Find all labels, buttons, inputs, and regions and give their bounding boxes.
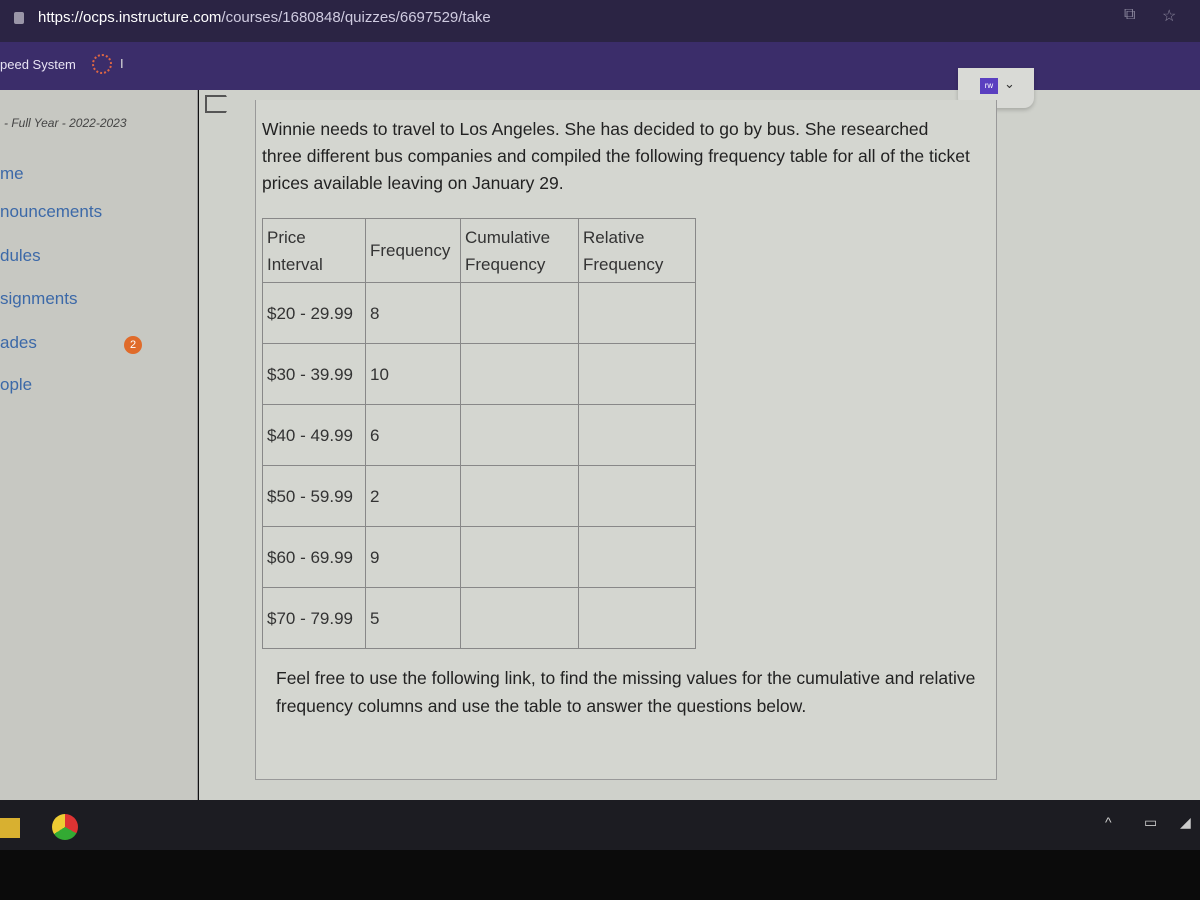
table-row: $50 - 59.99 2 (262, 465, 696, 527)
grades-badge: 2 (124, 336, 142, 354)
frequency-cell: 2 (365, 465, 461, 527)
puzzle-icon: rw (980, 78, 998, 94)
price-interval-cell: $30 - 39.99 (262, 343, 366, 405)
frequency-cell: 9 (365, 526, 461, 588)
lock-icon (14, 12, 24, 24)
battery-icon: ▭ (1144, 814, 1158, 830)
frequency-cell: 6 (365, 404, 461, 466)
share-icon[interactable]: ⧉ (1124, 6, 1135, 24)
sidebar-item-assignments[interactable]: signments (0, 289, 77, 309)
sidebar-item-people[interactable]: ople (0, 375, 32, 395)
question-intro: Winnie needs to travel to Los Angeles. S… (262, 119, 970, 193)
taskbar: ^ ▭ ◢ (0, 800, 1200, 850)
relative-frequency-cell (578, 282, 696, 344)
price-interval-cell: $70 - 79.99 (262, 587, 366, 649)
chrome-icon[interactable] (52, 814, 78, 840)
frequency-cell: 8 (365, 282, 461, 344)
relative-frequency-cell (578, 404, 696, 466)
relative-frequency-cell (578, 465, 696, 527)
header-relative-frequency: Relative Frequency (578, 218, 696, 283)
table-row: $70 - 79.99 5 (262, 587, 696, 649)
sidebar-item-announcements[interactable]: nouncements (0, 202, 102, 222)
table-row: $40 - 49.99 6 (262, 404, 696, 466)
frequency-cell: 10 (365, 343, 461, 405)
price-interval-cell: $40 - 49.99 (262, 404, 366, 466)
cumulative-frequency-cell (460, 404, 579, 466)
cumulative-frequency-cell (460, 282, 579, 344)
table-row: $20 - 29.99 8 (262, 282, 696, 344)
price-interval-cell: $20 - 29.99 (262, 282, 366, 344)
cumulative-frequency-cell (460, 465, 579, 527)
tray-chevron-icon[interactable]: ^ (1105, 814, 1112, 830)
header-frequency: Frequency (365, 218, 461, 283)
table-row: $30 - 39.99 10 (262, 343, 696, 405)
course-term: - Full Year - 2022-2023 (4, 116, 127, 130)
course-sidebar: - Full Year - 2022-2023 me nouncements d… (0, 90, 198, 800)
bookmark-separator: I (120, 56, 124, 71)
price-interval-cell: $60 - 69.99 (262, 526, 366, 588)
relative-frequency-cell (578, 587, 696, 649)
browser-address-bar[interactable]: https://ocps.instructure.com/courses/168… (0, 0, 1200, 42)
table-row: $60 - 69.99 9 (262, 526, 696, 588)
bookmark-speed-system[interactable]: peed System (0, 57, 76, 72)
flag-question-icon[interactable] (205, 95, 231, 113)
sidebar-item-grades[interactable]: ades (0, 333, 37, 353)
price-interval-cell: $50 - 59.99 (262, 465, 366, 527)
frequency-cell: 5 (365, 587, 461, 649)
sidebar-item-modules[interactable]: dules (0, 246, 41, 266)
cumulative-frequency-cell (460, 343, 579, 405)
cumulative-frequency-cell (460, 526, 579, 588)
header-cumulative-frequency: Cumulative Frequency (460, 218, 579, 283)
url-text[interactable]: https://ocps.instructure.com/courses/168… (38, 9, 491, 26)
sidebar-item-home[interactable]: me (0, 164, 24, 184)
wifi-icon: ◢ (1180, 814, 1191, 830)
table-header-row: Price Interval Frequency Cumulative Freq… (262, 218, 696, 283)
header-price-interval: Price Interval (262, 218, 366, 283)
file-explorer-icon[interactable] (0, 818, 20, 838)
cumulative-frequency-cell (460, 587, 579, 649)
relative-frequency-cell (578, 343, 696, 405)
bookmark-icon[interactable] (92, 54, 112, 74)
question-instructions: Feel free to use the following link, to … (276, 668, 976, 716)
chevron-down-icon: ⌄ (1004, 76, 1015, 91)
relative-frequency-cell (578, 526, 696, 588)
screen-bezel (0, 850, 1200, 900)
frequency-table: Price Interval Frequency Cumulative Freq… (262, 218, 696, 649)
star-icon[interactable]: ☆ (1162, 6, 1176, 26)
